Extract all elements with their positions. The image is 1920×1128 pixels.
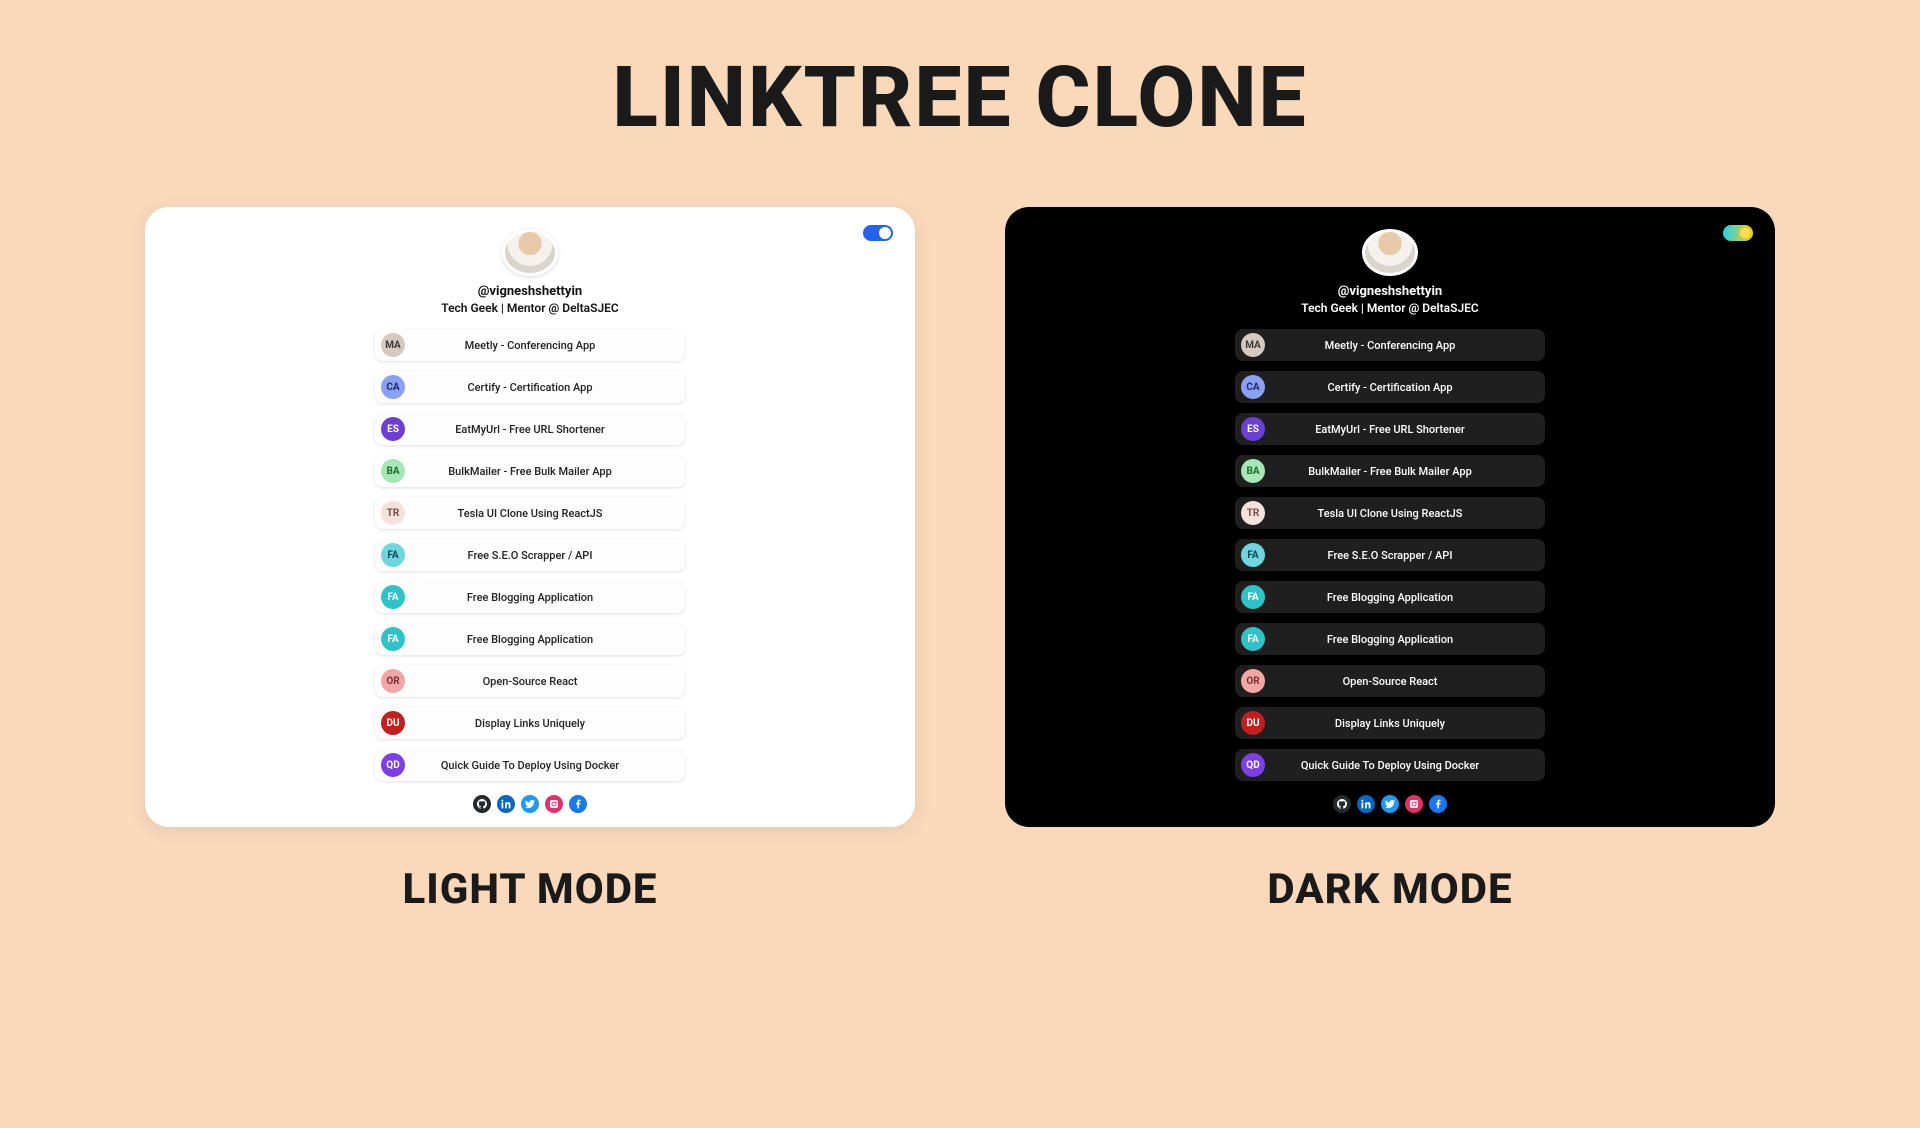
link-item[interactable]: BABulkMailer - Free Bulk Mailer App (1235, 455, 1545, 487)
link-badge-icon: CA (381, 375, 405, 399)
link-item[interactable]: DUDisplay Links Uniquely (1235, 707, 1545, 739)
link-item[interactable]: OROpen-Source React (1235, 665, 1545, 697)
link-label: Certify - Certification App (375, 381, 685, 394)
link-label: Free Blogging Application (375, 591, 685, 604)
github-icon[interactable] (473, 795, 491, 813)
social-links (473, 795, 587, 813)
link-badge-icon: MA (1241, 333, 1265, 357)
dark-mode-column: @vigneshshettyin Tech Geek | Mentor @ De… (1005, 207, 1775, 914)
twitter-icon[interactable] (521, 795, 539, 813)
link-label: Quick Guide To Deploy Using Docker (1235, 759, 1545, 772)
instagram-icon[interactable] (545, 795, 563, 813)
github-icon[interactable] (1333, 795, 1351, 813)
page-title: LINKTREE CLONE (0, 48, 1920, 147)
link-badge-icon: FA (381, 585, 405, 609)
link-item[interactable]: BABulkMailer - Free Bulk Mailer App (375, 455, 685, 487)
link-badge-icon: FA (1241, 627, 1265, 651)
link-badge-icon: FA (381, 627, 405, 651)
link-label: Open-Source React (375, 675, 685, 688)
toggle-knob-icon (1739, 227, 1751, 239)
link-label: Quick Guide To Deploy Using Docker (375, 759, 685, 772)
link-badge-icon: DU (381, 711, 405, 735)
link-label: Tesla UI Clone Using ReactJS (1235, 507, 1545, 520)
links-list: MAMeetly - Conferencing App CACertify - C… (1235, 329, 1545, 781)
dark-mode-card: @vigneshshettyin Tech Geek | Mentor @ De… (1005, 207, 1775, 827)
link-badge-icon: ES (1241, 417, 1265, 441)
link-badge-icon: TR (1241, 501, 1265, 525)
link-label: Meetly - Conferencing App (375, 339, 685, 352)
theme-toggle[interactable] (863, 225, 893, 241)
link-label: Free Blogging Application (1235, 633, 1545, 646)
link-badge-icon: OR (1241, 669, 1265, 693)
link-item[interactable]: FAFree Blogging Application (375, 623, 685, 655)
link-item[interactable]: FAFree Blogging Application (375, 581, 685, 613)
link-badge-icon: MA (381, 333, 405, 357)
link-label: Display Links Uniquely (1235, 717, 1545, 730)
link-item[interactable]: ESEatMyUrl - Free URL Shortener (375, 413, 685, 445)
mode-showcase-row: @vigneshshettyin Tech Geek | Mentor @ De… (0, 207, 1920, 914)
link-item[interactable]: MAMeetly - Conferencing App (1235, 329, 1545, 361)
avatar (502, 229, 558, 276)
link-label: Free Blogging Application (375, 633, 685, 646)
link-badge-icon: FA (381, 543, 405, 567)
link-label: Free Blogging Application (1235, 591, 1545, 604)
link-label: Tesla UI Clone Using ReactJS (375, 507, 685, 520)
link-badge-icon: BA (1241, 459, 1265, 483)
link-item[interactable]: OROpen-Source React (375, 665, 685, 697)
link-item[interactable]: FAFree S.E.O Scrapper / API (375, 539, 685, 571)
light-mode-card: @vigneshshettyin Tech Geek | Mentor @ De… (145, 207, 915, 827)
instagram-icon[interactable] (1405, 795, 1423, 813)
link-label: Display Links Uniquely (375, 717, 685, 730)
link-item[interactable]: TRTesla UI Clone Using ReactJS (1235, 497, 1545, 529)
link-label: EatMyUrl - Free URL Shortener (375, 423, 685, 436)
twitter-icon[interactable] (1381, 795, 1399, 813)
toggle-knob-icon (879, 227, 891, 239)
link-item[interactable]: DUDisplay Links Uniquely (375, 707, 685, 739)
link-item[interactable]: QDQuick Guide To Deploy Using Docker (375, 749, 685, 781)
link-item[interactable]: TRTesla UI Clone Using ReactJS (375, 497, 685, 529)
link-item[interactable]: ESEatMyUrl - Free URL Shortener (1235, 413, 1545, 445)
link-badge-icon: FA (1241, 543, 1265, 567)
link-badge-icon: DU (1241, 711, 1265, 735)
link-label: Meetly - Conferencing App (1235, 339, 1545, 352)
link-badge-icon: OR (381, 669, 405, 693)
bio: Tech Geek | Mentor @ DeltaSJEC (441, 301, 619, 315)
light-mode-caption: LIGHT MODE (403, 865, 658, 914)
link-label: BulkMailer - Free Bulk Mailer App (375, 465, 685, 478)
username: @vigneshshettyin (478, 284, 582, 299)
link-badge-icon: TR (381, 501, 405, 525)
link-item[interactable]: FAFree Blogging Application (1235, 581, 1545, 613)
link-item[interactable]: FAFree S.E.O Scrapper / API (1235, 539, 1545, 571)
link-badge-icon: QD (1241, 753, 1265, 777)
theme-toggle[interactable] (1723, 225, 1753, 241)
avatar (1362, 229, 1418, 276)
linkedin-icon[interactable] (497, 795, 515, 813)
dark-mode-caption: DARK MODE (1267, 865, 1512, 914)
social-links (1333, 795, 1447, 813)
links-list: MAMeetly - Conferencing App CACertify - C… (375, 329, 685, 781)
link-item[interactable]: FAFree Blogging Application (1235, 623, 1545, 655)
link-badge-icon: BA (381, 459, 405, 483)
linkedin-icon[interactable] (1357, 795, 1375, 813)
link-item[interactable]: MAMeetly - Conferencing App (375, 329, 685, 361)
link-item[interactable]: CACertify - Certification App (375, 371, 685, 403)
link-label: BulkMailer - Free Bulk Mailer App (1235, 465, 1545, 478)
link-badge-icon: CA (1241, 375, 1265, 399)
facebook-icon[interactable] (1429, 795, 1447, 813)
link-label: Free S.E.O Scrapper / API (1235, 549, 1545, 562)
bio: Tech Geek | Mentor @ DeltaSJEC (1301, 301, 1479, 315)
link-item[interactable]: CACertify - Certification App (1235, 371, 1545, 403)
link-label: Open-Source React (1235, 675, 1545, 688)
link-item[interactable]: QDQuick Guide To Deploy Using Docker (1235, 749, 1545, 781)
link-label: EatMyUrl - Free URL Shortener (1235, 423, 1545, 436)
facebook-icon[interactable] (569, 795, 587, 813)
link-badge-icon: FA (1241, 585, 1265, 609)
light-mode-column: @vigneshshettyin Tech Geek | Mentor @ De… (145, 207, 915, 914)
link-label: Free S.E.O Scrapper / API (375, 549, 685, 562)
username: @vigneshshettyin (1338, 284, 1442, 299)
link-badge-icon: ES (381, 417, 405, 441)
link-label: Certify - Certification App (1235, 381, 1545, 394)
link-badge-icon: QD (381, 753, 405, 777)
